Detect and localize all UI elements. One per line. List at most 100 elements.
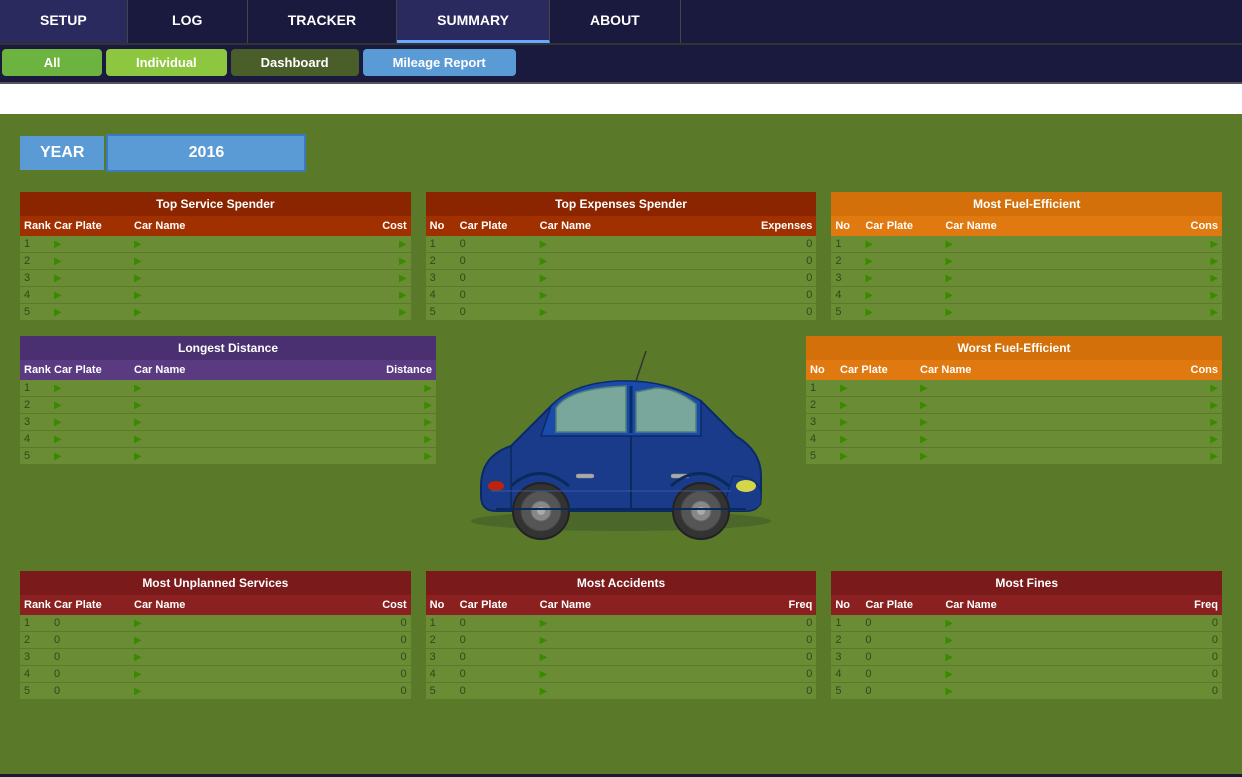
header-distance: Distance	[362, 364, 432, 376]
car-image-section	[451, 336, 791, 556]
table-row: 4▶▶▶	[20, 431, 436, 447]
accidents-title: Most Accidents	[426, 571, 817, 595]
table-row: 40▶0	[426, 666, 817, 682]
table-row: 3▶▶▶	[20, 270, 411, 286]
header-no: No	[810, 364, 840, 376]
table-row: 2▶▶▶	[20, 397, 436, 413]
header-rank: Rank	[24, 364, 54, 376]
subtab-individual[interactable]: Individual	[106, 49, 227, 76]
table-row: 1▶▶▶	[20, 236, 411, 252]
table-row: 5▶▶▶	[831, 304, 1222, 320]
bottom-tables-row: Most Unplanned Services Rank Car Plate C…	[20, 571, 1222, 700]
header-no: No	[835, 599, 865, 611]
header-rank: Rank	[24, 599, 54, 611]
table-row: 5▶▶▶	[20, 304, 411, 320]
header-name: Car Name	[540, 599, 763, 611]
table-row: 4▶▶▶	[20, 287, 411, 303]
header-plate: Car Plate	[865, 220, 945, 232]
white-gap	[0, 84, 1242, 114]
table-row: 30▶0	[20, 649, 411, 665]
table-row: 10▶0	[20, 615, 411, 631]
table-row: 5▶▶▶	[20, 448, 436, 464]
table-row: 50▶0	[20, 683, 411, 699]
table-row: 50▶0	[426, 304, 817, 320]
table-row: 4▶▶▶	[831, 287, 1222, 303]
header-cost: Cost	[357, 220, 407, 232]
year-selector: YEAR 2016	[20, 134, 1222, 172]
table-row: 1▶▶▶	[831, 236, 1222, 252]
header-plate: Car Plate	[460, 220, 540, 232]
top-service-spender-table: Top Service Spender Rank Car Plate Car N…	[20, 192, 411, 321]
year-value[interactable]: 2016	[106, 134, 306, 172]
subtab-dashboard[interactable]: Dashboard	[231, 49, 359, 76]
table-row: 50▶0	[426, 683, 817, 699]
header-plate: Car Plate	[54, 220, 134, 232]
header-name: Car Name	[134, 599, 357, 611]
header-plate: Car Plate	[54, 599, 134, 611]
table-row: 10▶0	[426, 236, 817, 252]
table-row: 4▶▶▶	[806, 431, 1222, 447]
worst-fuel-efficient-table: Worst Fuel-Efficient No Car Plate Car Na…	[806, 336, 1222, 465]
worst-fuel-efficient-title: Worst Fuel-Efficient	[806, 336, 1222, 360]
table-row: 30▶0	[426, 270, 817, 286]
table-row: 40▶0	[831, 666, 1222, 682]
header-name: Car Name	[945, 599, 1168, 611]
header-name: Car Name	[920, 364, 1168, 376]
header-no: No	[430, 220, 460, 232]
header-rank: Rank	[24, 220, 54, 232]
top-navigation: SETUP LOG TRACKER SUMMARY ABOUT	[0, 0, 1242, 45]
header-no: No	[430, 599, 460, 611]
tab-log[interactable]: LOG	[128, 0, 248, 43]
most-unplanned-services-table: Most Unplanned Services Rank Car Plate C…	[20, 571, 411, 700]
table-row: 10▶0	[831, 615, 1222, 631]
table-row: 40▶0	[426, 287, 817, 303]
table-row: 40▶0	[20, 666, 411, 682]
main-content: YEAR 2016 Top Service Spender Rank Car P…	[0, 114, 1242, 774]
table-row: 20▶0	[20, 632, 411, 648]
header-plate: Car Plate	[865, 599, 945, 611]
tab-about[interactable]: ABOUT	[550, 0, 681, 43]
year-label: YEAR	[20, 136, 104, 170]
sub-navigation: All Individual Dashboard Mileage Report	[0, 45, 1242, 84]
header-no: No	[835, 220, 865, 232]
table-row: 3▶▶▶	[831, 270, 1222, 286]
tab-setup[interactable]: SETUP	[0, 0, 128, 43]
service-spender-title: Top Service Spender	[20, 192, 411, 216]
table-row: 30▶0	[831, 649, 1222, 665]
most-fines-table: Most Fines No Car Plate Car Name Freq 10…	[831, 571, 1222, 700]
most-fuel-efficient-table: Most Fuel-Efficient No Car Plate Car Nam…	[831, 192, 1222, 321]
top-tables-row: Top Service Spender Rank Car Plate Car N…	[20, 192, 1222, 321]
header-name: Car Name	[134, 364, 362, 376]
unplanned-services-title: Most Unplanned Services	[20, 571, 411, 595]
longest-distance-title: Longest Distance	[20, 336, 436, 360]
table-row: 20▶0	[426, 632, 817, 648]
table-row: 20▶0	[426, 253, 817, 269]
longest-distance-table: Longest Distance Rank Car Plate Car Name…	[20, 336, 436, 465]
table-row: 2▶▶▶	[831, 253, 1222, 269]
table-row: 3▶▶▶	[806, 414, 1222, 430]
table-row: 2▶▶▶	[20, 253, 411, 269]
table-row: 1▶▶▶	[806, 380, 1222, 396]
fines-title: Most Fines	[831, 571, 1222, 595]
subtab-all[interactable]: All	[2, 49, 102, 76]
header-expenses: Expenses	[742, 220, 812, 232]
header-freq: Freq	[1168, 599, 1218, 611]
table-row: 10▶0	[426, 615, 817, 631]
header-name: Car Name	[540, 220, 743, 232]
tab-summary[interactable]: SUMMARY	[397, 0, 550, 43]
header-cons: Cons	[1168, 220, 1218, 232]
header-plate: Car Plate	[460, 599, 540, 611]
header-cost: Cost	[357, 599, 407, 611]
header-name: Car Name	[945, 220, 1168, 232]
most-accidents-table: Most Accidents No Car Plate Car Name Fre…	[426, 571, 817, 700]
header-plate: Car Plate	[840, 364, 920, 376]
tab-tracker[interactable]: TRACKER	[248, 0, 397, 43]
table-row: 1▶▶▶	[20, 380, 436, 396]
header-plate: Car Plate	[54, 364, 134, 376]
header-cons: Cons	[1168, 364, 1218, 376]
table-row: 2▶▶▶	[806, 397, 1222, 413]
table-row: 50▶0	[831, 683, 1222, 699]
table-row: 20▶0	[831, 632, 1222, 648]
car-illustration	[461, 346, 781, 546]
subtab-mileage-report[interactable]: Mileage Report	[363, 49, 516, 76]
